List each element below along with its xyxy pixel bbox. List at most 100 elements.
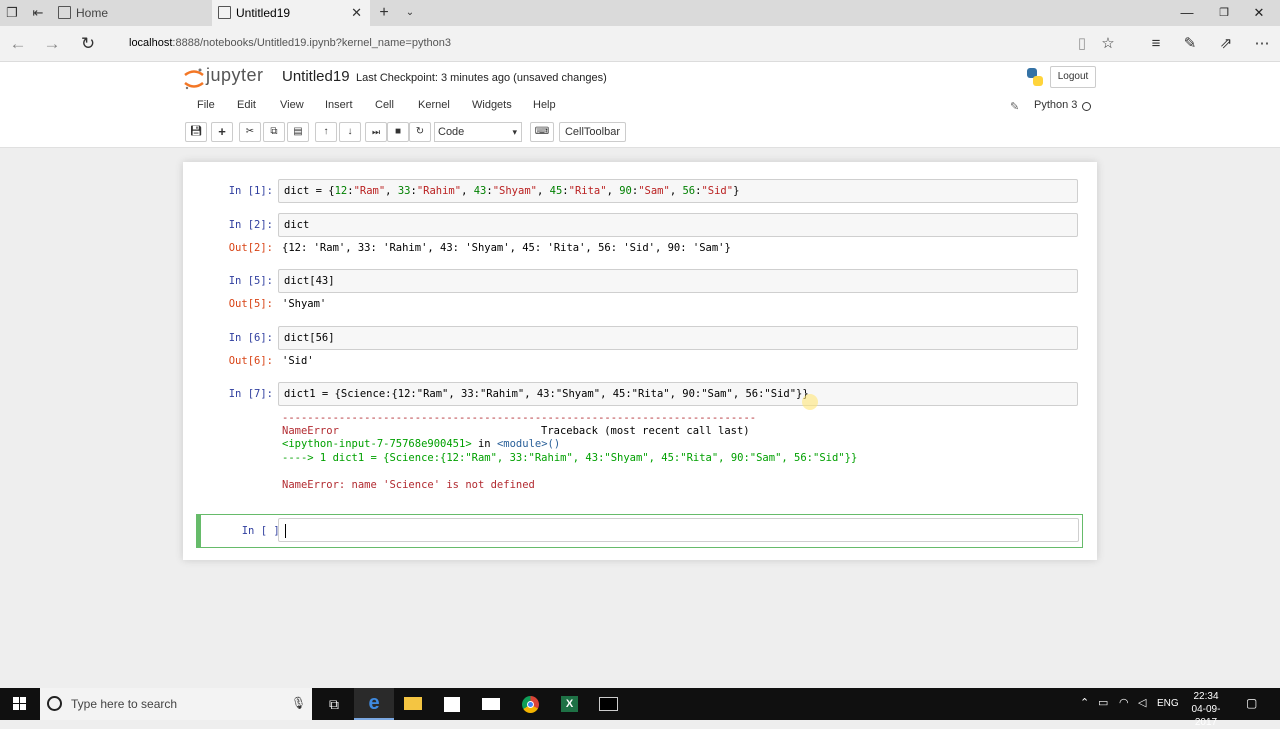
code-cell-input[interactable]: dict[43] (278, 269, 1078, 293)
chevron-down-icon[interactable]: ⌄ (402, 5, 418, 21)
code-cell-input[interactable]: dict1 = {Science:{12:"Ram", 33:"Rahim", … (278, 382, 1078, 406)
code-text: dict[56] (284, 332, 335, 344)
code-cell-input[interactable] (278, 518, 1079, 542)
minimize-icon[interactable]: — (1170, 0, 1204, 26)
tab-label: Untitled19 (236, 6, 291, 20)
battery-icon[interactable]: ▭ (1098, 696, 1108, 709)
restart-icon[interactable]: ↻ (409, 122, 431, 142)
refresh-icon[interactable]: ↻ (78, 34, 98, 54)
mouse-cursor-highlight (802, 394, 818, 410)
menu-widgets[interactable]: Widgets (472, 99, 512, 111)
show-hidden-icons-icon[interactable]: ⌃ (1080, 696, 1089, 709)
input-prompt: In [ ]: (241, 525, 286, 537)
error-message: NameError: name 'Science' is not defined (282, 479, 535, 491)
cell-type-select[interactable]: Code ▾ (434, 122, 522, 142)
active-code-cell[interactable]: In [ ]: (196, 514, 1083, 548)
share-icon[interactable]: ⇗ (1216, 35, 1236, 53)
forward-arrow-icon[interactable]: → (42, 34, 62, 54)
code-cell-input[interactable]: dict[56] (278, 326, 1078, 350)
paste-icon[interactable]: ▤ (287, 122, 309, 142)
windows-taskbar: Type here to search 🎙︎ ⧉ e X ⌃ ▭ ◠ ◁ ENG… (0, 688, 1280, 728)
copy-icon[interactable]: ⧉ (263, 122, 285, 142)
command-palette-icon[interactable]: ⌨ (530, 122, 554, 142)
save-button[interactable]: 💾︎ (185, 122, 207, 142)
chrome-icon[interactable] (511, 688, 551, 720)
menu-insert[interactable]: Insert (325, 99, 353, 111)
move-down-icon[interactable]: ↓ (339, 122, 361, 142)
excel-icon[interactable]: X (550, 688, 590, 720)
module-reference: <module>() (496, 438, 561, 450)
more-icon[interactable]: ⋯ (1252, 35, 1272, 53)
menu-file[interactable]: File (197, 99, 215, 111)
page-icon (58, 6, 71, 19)
action-center-icon[interactable]: ▢ (1246, 696, 1257, 710)
cell-type-value: Code (438, 126, 465, 138)
menu-edit[interactable]: Edit (237, 99, 256, 111)
checkpoint-label: Last Checkpoint: (356, 72, 438, 84)
kernel-idle-icon (1082, 102, 1091, 111)
new-tab-icon[interactable]: + (376, 5, 392, 21)
stop-icon[interactable]: ■ (387, 122, 409, 142)
browser-tab-untitled19[interactable]: Untitled19 ✕ (212, 0, 370, 26)
mail-icon[interactable] (471, 688, 511, 720)
traceback-code-line: ----> 1 dict1 = {Science:{12:"Ram", 33:"… (282, 452, 858, 464)
jupyter-logo-icon[interactable] (183, 66, 205, 92)
tab-label: Home (76, 6, 109, 20)
windows-start-icon[interactable] (0, 688, 40, 720)
close-tab-icon[interactable]: ✕ (351, 0, 362, 26)
menu-bar: File Edit View Insert Cell Kernel Widget… (183, 95, 1096, 117)
jupyter-logo-text[interactable]: jupyter (206, 65, 264, 86)
insert-cell-button[interactable]: + (211, 122, 233, 142)
notebook-title[interactable]: Untitled19 (282, 68, 350, 85)
menu-help[interactable]: Help (533, 99, 556, 111)
input-language[interactable]: ENG (1157, 698, 1179, 709)
maximize-icon[interactable]: ❐ (1207, 0, 1241, 26)
url-field[interactable]: localhost:8888/notebooks/Untitled19.ipyn… (129, 37, 451, 49)
jupyter-header: jupyter Untitled19 Last Checkpoint: 3 mi… (0, 62, 1280, 148)
output-prompt: Out[6]: (228, 355, 273, 367)
hub-icon[interactable]: ≡ (1146, 35, 1166, 53)
tab-back-icon[interactable]: ⇤ (30, 5, 46, 21)
favorite-star-icon[interactable]: ☆ (1098, 35, 1118, 53)
menu-kernel[interactable]: Kernel (418, 99, 450, 111)
file-explorer-icon[interactable] (393, 688, 433, 720)
url-path: :8888/notebooks/Untitled19.ipynb?kernel_… (172, 37, 451, 49)
microphone-icon[interactable]: 🎙︎ (291, 696, 306, 710)
code-cell-input[interactable]: dict (278, 213, 1078, 237)
move-up-icon[interactable]: ↑ (315, 122, 337, 142)
clock-date: 04-09-2017 (1191, 704, 1221, 728)
menu-cell[interactable]: Cell (375, 99, 394, 111)
browser-tab-home[interactable]: Home (52, 0, 212, 26)
close-window-icon[interactable]: ✕ (1242, 0, 1276, 26)
input-prompt: In [5]: (228, 275, 273, 287)
address-bar-row: ← → ↻ localhost:8888/notebooks/Untitled1… (0, 26, 1280, 62)
taskbar-search-box[interactable]: Type here to search 🎙︎ (40, 688, 312, 720)
command-prompt-icon[interactable] (589, 688, 629, 720)
back-arrow-icon[interactable]: ← (8, 34, 28, 54)
celltoolbar-button[interactable]: CellToolbar (559, 122, 626, 142)
text-cursor (285, 524, 286, 538)
run-icon[interactable]: ⏭︎ (365, 122, 387, 142)
system-clock[interactable]: 22:34 04-09-2017 (1186, 690, 1226, 729)
volume-icon[interactable]: ◁ (1138, 696, 1146, 709)
menu-view[interactable]: View (280, 99, 304, 111)
reading-view-icon[interactable]: ▯ (1072, 35, 1092, 53)
cell-output: 'Sid' (282, 355, 314, 367)
traceback-location: <ipython-input-7-75768e900451> in <modul… (282, 438, 560, 450)
edit-mode-pencil-icon: ✎ (1010, 101, 1020, 113)
in-keyword: in (477, 438, 491, 450)
checkpoint-status: Last Checkpoint: 3 minutes ago (unsaved … (356, 72, 607, 84)
page-icon (218, 6, 231, 19)
edge-browser-icon[interactable]: e (354, 688, 394, 720)
wifi-icon[interactable]: ◠ (1119, 696, 1129, 709)
input-prompt: In [2]: (228, 219, 273, 231)
web-note-icon[interactable]: ✎ (1180, 35, 1200, 53)
tab-manager-icon[interactable]: ❐ (4, 5, 20, 21)
cut-icon[interactable]: ✂ (239, 122, 261, 142)
store-icon[interactable] (432, 688, 472, 720)
logout-button[interactable]: Logout (1050, 66, 1096, 88)
task-view-icon[interactable]: ⧉ (314, 688, 354, 720)
kernel-name[interactable]: Python 3 (1034, 99, 1077, 111)
input-prompt: In [6]: (228, 332, 273, 344)
code-cell-input[interactable]: dict = {12:"Ram", 33:"Rahim", 43:"Shyam"… (278, 179, 1078, 203)
